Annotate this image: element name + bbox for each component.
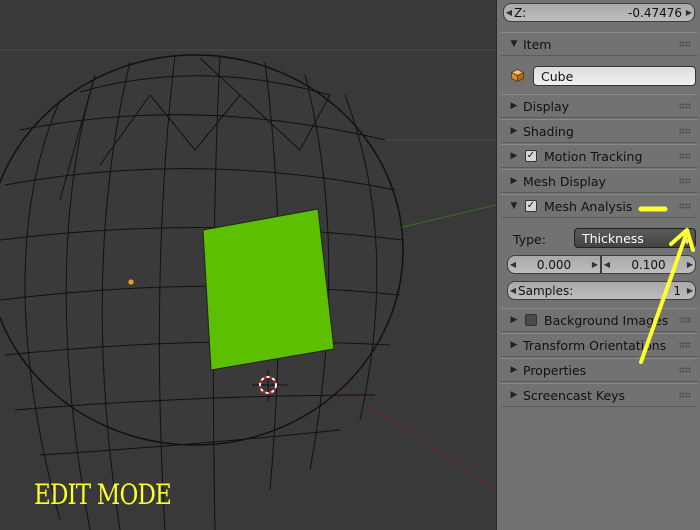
expand-triangle-icon: ▶	[510, 126, 518, 136]
properties-panel: ◀ Z: -0.47476 ▶ ▼ Item Cube ▶ Display ▶ …	[496, 0, 700, 530]
mesh-display-panel-header[interactable]: ▶ Mesh Display	[501, 169, 697, 193]
3d-viewport[interactable]: EDIT MODE	[0, 0, 496, 530]
background-images-checkbox[interactable]	[525, 314, 537, 326]
expand-triangle-icon: ▶	[510, 101, 518, 111]
motion-tracking-panel-header[interactable]: ▶ ✓ Motion Tracking	[501, 144, 697, 168]
expand-triangle-icon: ▶	[510, 365, 518, 375]
expand-triangle-icon: ▶	[510, 340, 518, 350]
expand-triangle-icon: ▶	[510, 315, 518, 325]
drag-grip-icon[interactable]	[679, 128, 691, 134]
collapse-triangle-icon: ▼	[510, 201, 518, 211]
mesh-analysis-checkbox[interactable]: ✓	[525, 200, 537, 212]
thickness-min-value: 0.000	[536, 257, 572, 272]
object-name-input[interactable]: Cube	[533, 66, 696, 86]
screencast-keys-label: Screencast Keys	[523, 387, 626, 403]
increment-arrow-icon[interactable]: ▶	[590, 260, 600, 269]
type-label: Type:	[513, 232, 546, 247]
properties-label: Properties	[523, 362, 587, 378]
shading-label: Shading	[523, 123, 574, 139]
collapse-triangle-icon: ▼	[510, 39, 518, 49]
expand-triangle-icon: ▶	[510, 390, 518, 400]
z-field-value: -0.47476	[628, 5, 682, 20]
item-header-label: Item	[523, 36, 552, 52]
decrement-arrow-icon[interactable]: ◀	[508, 260, 518, 269]
drag-grip-icon[interactable]	[679, 178, 691, 184]
drag-grip-icon[interactable]	[679, 41, 691, 47]
edit-mode-label: EDIT MODE	[34, 478, 172, 511]
decrement-arrow-icon[interactable]: ◀	[504, 8, 514, 17]
drag-grip-icon[interactable]	[679, 103, 691, 109]
drag-grip-icon[interactable]	[679, 392, 691, 398]
z-coordinate-field[interactable]: ◀ Z: -0.47476 ▶	[503, 3, 695, 22]
shading-panel-header[interactable]: ▶ Shading	[501, 119, 697, 143]
display-label: Display	[523, 98, 570, 114]
item-panel-header[interactable]: ▼ Item	[501, 32, 697, 56]
sphere-mesh-wireframe	[0, 49, 496, 530]
increment-arrow-icon[interactable]: ▶	[684, 8, 694, 17]
decrement-arrow-icon[interactable]: ◀	[508, 286, 518, 295]
decrement-arrow-icon[interactable]: ◀	[602, 260, 612, 269]
expand-triangle-icon: ▶	[510, 151, 518, 161]
thickness-min-field[interactable]: ◀ 0.000 ▶	[507, 255, 601, 274]
expand-triangle-icon: ▶	[510, 176, 518, 186]
display-panel-header[interactable]: ▶ Display	[501, 94, 697, 118]
z-field-label: Z:	[514, 5, 527, 20]
drag-grip-icon[interactable]	[679, 153, 691, 159]
screencast-keys-panel-header[interactable]: ▶ Screencast Keys	[501, 383, 697, 407]
samples-label: Samples:	[518, 283, 574, 298]
motion-tracking-checkbox[interactable]: ✓	[525, 150, 537, 162]
cube-icon	[510, 69, 525, 83]
mesh-display-label: Mesh Display	[523, 173, 606, 189]
motion-tracking-label: Motion Tracking	[544, 148, 643, 164]
mesh-analysis-label: Mesh Analysis	[544, 198, 633, 214]
annotation-arrow	[638, 206, 695, 364]
